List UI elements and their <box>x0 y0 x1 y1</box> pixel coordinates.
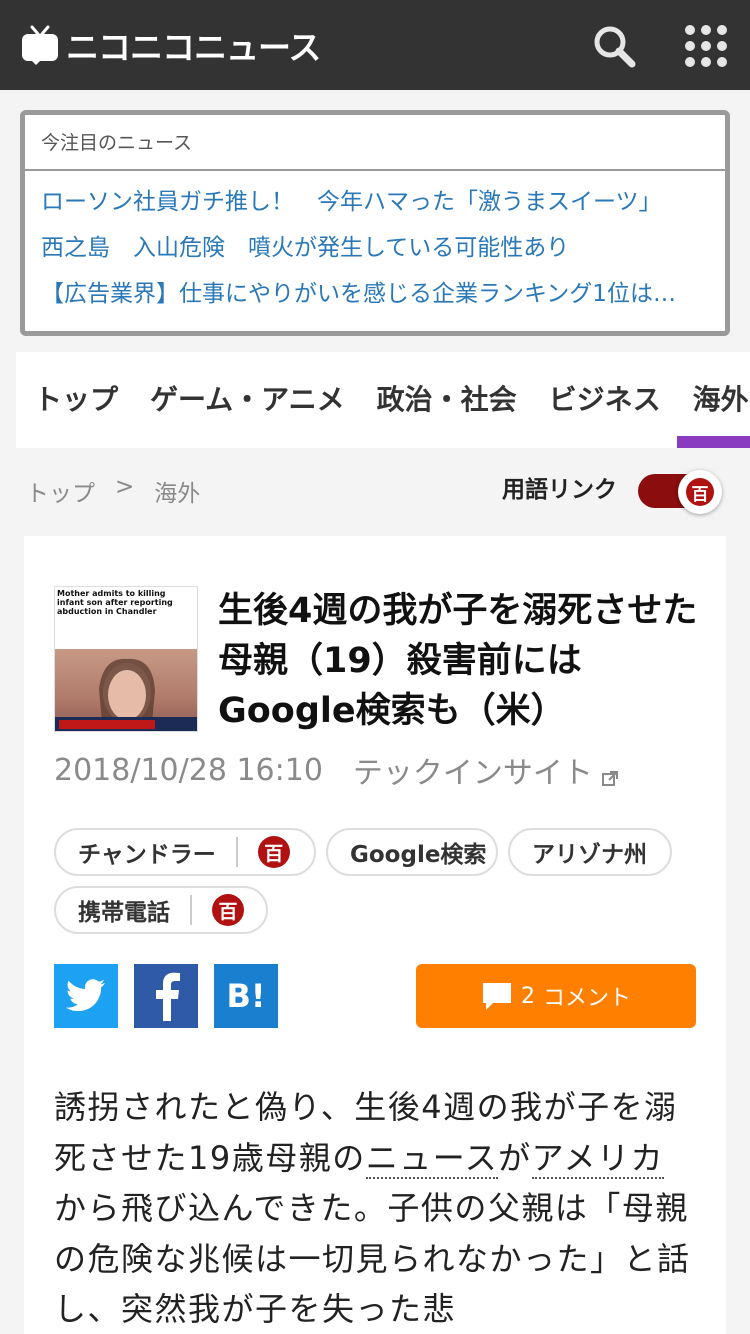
tab-politics-society[interactable]: 政治・社会 <box>361 352 533 448</box>
tab-game-anime[interactable]: ゲーム・アニメ <box>134 352 361 448</box>
trending-item[interactable]: ローソン社員ガチ推し！ 今年ハマった「激うまスイーツ」 <box>41 179 711 225</box>
tag-label: 携帯電話 <box>78 900 170 926</box>
facebook-icon <box>156 972 180 1021</box>
article-source[interactable]: テックインサイト <box>353 748 593 792</box>
article-body: 誘拐されたと偽り、生後4週の我が子を溺死させた19歳母親のニュースがアメリカから… <box>54 1082 694 1334</box>
hatena-bookmark-icon: B! <box>226 977 266 1015</box>
share-hatena-button[interactable]: B! <box>214 964 278 1028</box>
thumbnail-caption: Mother admits to killing infant son afte… <box>57 589 173 616</box>
tag-label: アリゾナ州 <box>532 842 647 868</box>
tag-label: Google検索 <box>350 842 487 868</box>
article-card: Mother admits to killing infant son afte… <box>24 536 726 1334</box>
share-facebook-button[interactable] <box>134 964 198 1028</box>
body-text-segment: から飛び込んできた。子供の父親は「母親の危険な兆候は一切見られなかった」と話し、… <box>54 1189 691 1328</box>
article-meta: 2018/10/28 16:10 テックインサイト <box>54 748 619 792</box>
article-thumbnail[interactable]: Mother admits to killing infant son afte… <box>54 586 198 732</box>
tag-divider <box>235 837 238 867</box>
tag-mobile-phone[interactable]: 携帯電話 百 <box>54 886 268 934</box>
tag-label: チャンドラー <box>78 842 216 868</box>
app-header: ニコニコニュース <box>0 0 750 90</box>
toggle-knob: 百 <box>678 470 722 514</box>
grid-menu-icon[interactable] <box>684 24 728 68</box>
breadcrumb-current: 海外 <box>154 481 201 507</box>
trending-news-box: 今注目のニュース ローソン社員ガチ推し！ 今年ハマった「激うまスイーツ」 西之島… <box>20 110 730 336</box>
trending-item[interactable]: 【広告業界】仕事にやりがいを感じる企業ランキング1位は… <box>41 271 711 317</box>
category-nav: トップ ゲーム・アニメ 政治・社会 ビジネス 海外 <box>16 352 750 448</box>
trending-list: ローソン社員ガチ推し！ 今年ハマった「激うまスイーツ」 西之島 入山危険 噴火が… <box>25 171 725 317</box>
tab-top[interactable]: トップ <box>16 352 134 448</box>
logo-text: ニコニコニュース <box>66 28 321 67</box>
tag-chandler[interactable]: チャンドラー 百 <box>54 828 316 876</box>
comment-label: コメント <box>542 986 631 1011</box>
hyaku-badge-icon[interactable]: 百 <box>212 894 244 926</box>
trending-item[interactable]: 西之島 入山危険 噴火が発生している可能性あり <box>41 225 711 271</box>
term-link-label: 用語リンク <box>502 477 617 503</box>
term-link-toggle[interactable]: 百 <box>638 470 724 514</box>
comments-button[interactable]: 2 コメント <box>416 964 696 1028</box>
comment-count: 2 <box>520 983 535 1009</box>
article-datetime: 2018/10/28 16:10 <box>54 752 323 788</box>
keyword-link[interactable]: アメリカ <box>531 1138 665 1179</box>
site-logo[interactable]: ニコニコニュース <box>20 22 321 68</box>
body-text-segment: が <box>498 1138 532 1177</box>
keyword-link[interactable]: ニュース <box>365 1138 499 1179</box>
share-twitter-button[interactable] <box>54 964 118 1028</box>
comment-bubble-icon <box>482 983 511 1010</box>
thumbnail-photo <box>55 649 197 731</box>
article-headline: 生後4週の我が子を溺死させた母親（19）殺害前にはGoogle検索も（米） <box>218 591 698 731</box>
hyaku-badge-icon: 百 <box>686 478 714 506</box>
breadcrumb-home[interactable]: トップ <box>26 474 95 508</box>
hyaku-badge-icon[interactable]: 百 <box>257 836 290 868</box>
tab-overseas[interactable]: 海外 <box>676 352 750 448</box>
breadcrumb-separator: > <box>115 474 135 500</box>
tag-divider <box>190 895 192 925</box>
external-link-icon <box>601 761 619 786</box>
tag-google-search[interactable]: Google検索 <box>326 828 498 876</box>
niconico-tv-icon <box>20 25 60 65</box>
twitter-icon <box>66 979 105 1011</box>
trending-title: 今注目のニュース <box>25 115 725 171</box>
search-icon[interactable] <box>592 24 636 68</box>
term-link-control: 用語リンク <box>502 470 617 504</box>
tag-arizona[interactable]: アリゾナ州 <box>508 828 672 876</box>
tab-business[interactable]: ビジネス <box>533 352 677 448</box>
breadcrumb: トップ > 海外 <box>26 474 200 508</box>
